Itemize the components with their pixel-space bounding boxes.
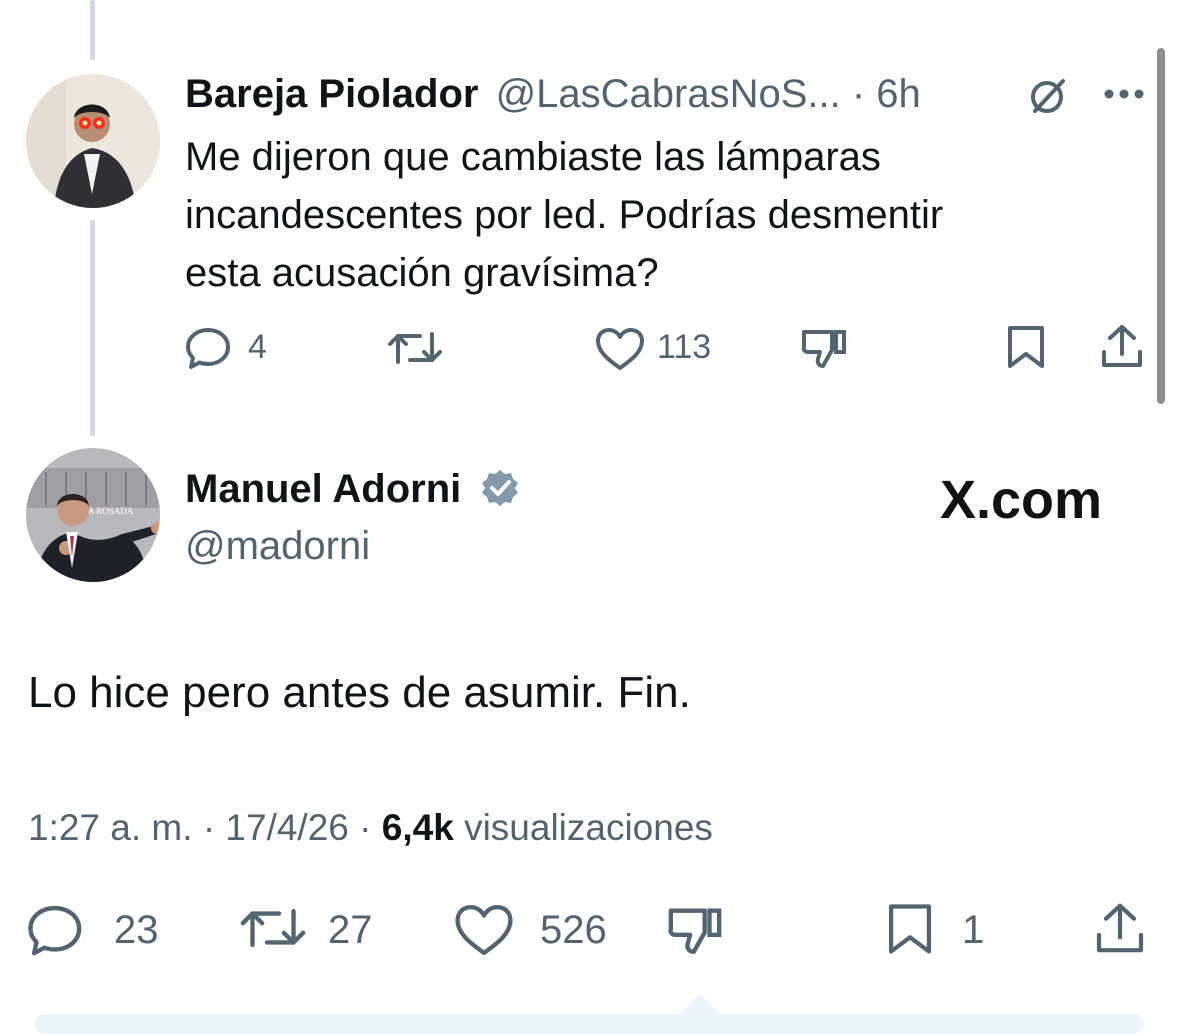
thread-line (90, 220, 95, 436)
grok-icon[interactable] (1026, 74, 1070, 118)
handle-and-time[interactable]: @LasCabrasNoS... · 6h (496, 72, 921, 116)
like-count: 526 (540, 908, 607, 952)
views-count[interactable]: 6,4k (382, 807, 454, 848)
retweet-count: 27 (328, 908, 373, 952)
retweet-icon[interactable] (386, 328, 444, 368)
like-count: 113 (657, 328, 712, 366)
avatar-caption: A ROSADA (88, 506, 134, 516)
scrollbar[interactable] (1157, 48, 1165, 404)
display-name[interactable]: Bareja Piolador (185, 72, 478, 116)
more-icon[interactable] (1102, 86, 1146, 102)
share-icon[interactable] (1100, 322, 1144, 370)
tweet-date[interactable]: 17/4/26 (225, 807, 348, 848)
display-name[interactable]: Manuel Adorni (185, 467, 461, 511)
tweet-text-line: Me dijeron que cambiaste las lámparas (185, 135, 881, 179)
tweet-text-line: incandescentes por led. Podrías desmenti… (185, 193, 944, 237)
tweet-text-line: esta acusación gravísima? (185, 251, 659, 295)
reply-icon[interactable] (186, 326, 232, 370)
bookmark-icon[interactable] (1004, 324, 1048, 370)
tweet-text: Me dijeron que cambiaste las lámparas in… (185, 128, 1085, 302)
tweet-text: Lo hice pero antes de asumir. Fin. (28, 668, 691, 717)
tweet-time[interactable]: 1:27 a. m. (28, 807, 193, 848)
avatar[interactable] (26, 74, 160, 208)
thread-line-top (90, 0, 95, 60)
reply-icon[interactable] (28, 903, 84, 957)
verified-badge-icon (480, 468, 520, 508)
avatar[interactable]: A ROSADA (26, 448, 160, 582)
reply-count: 4 (248, 328, 267, 366)
views-label[interactable]: visualizaciones (464, 807, 713, 848)
x-com-watermark: X.com (940, 470, 1103, 530)
dislike-icon[interactable] (800, 326, 848, 370)
share-icon[interactable] (1094, 900, 1146, 956)
separator: · (202, 807, 216, 848)
handle[interactable]: @madorni (185, 522, 370, 570)
like-icon[interactable] (454, 903, 514, 957)
bottom-card-edge (34, 1014, 1144, 1034)
retweet-icon[interactable] (238, 903, 308, 953)
bookmark-count: 1 (962, 908, 985, 952)
like-icon[interactable] (595, 327, 645, 371)
separator: · (359, 807, 372, 848)
bottom-caret (680, 994, 720, 1014)
bookmark-icon[interactable] (884, 901, 936, 957)
dislike-icon[interactable] (666, 903, 724, 957)
reply-count: 23 (114, 908, 159, 952)
